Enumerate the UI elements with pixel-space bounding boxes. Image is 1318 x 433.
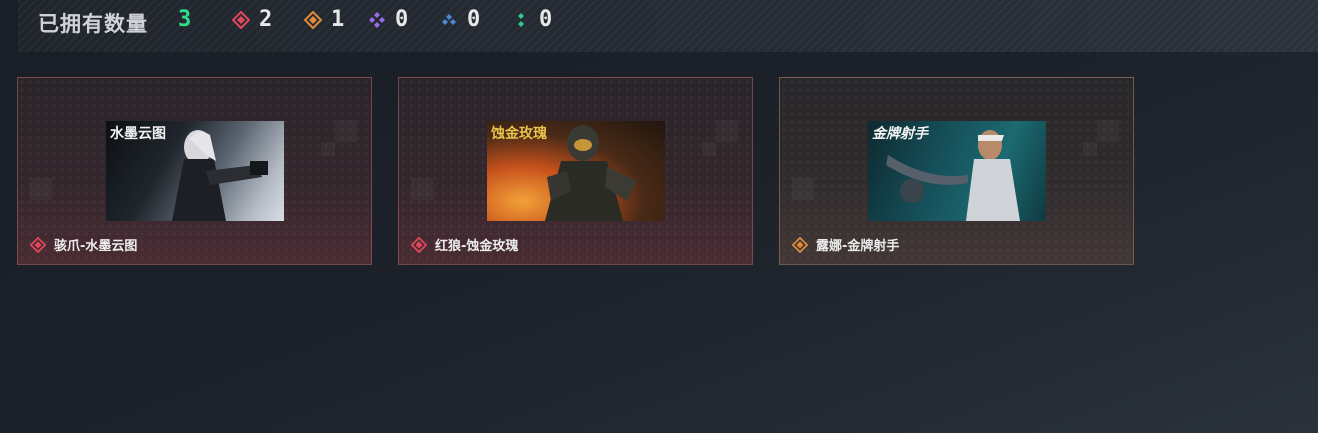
purple-quad-gem-icon — [369, 11, 385, 28]
operator-figure — [172, 130, 268, 221]
rarity-blue-number: 0 — [467, 7, 481, 32]
rarity-orange-number: 1 — [331, 7, 345, 32]
card-decoration — [1083, 142, 1097, 156]
orange-diamond-gem-icon — [792, 236, 808, 253]
skin-thumbnail: 水墨云图 — [106, 121, 284, 221]
owned-count: 3 — [178, 7, 192, 32]
card-decoration — [30, 178, 52, 200]
red-diamond-gem-icon — [232, 10, 250, 29]
rarity-red-number: 2 — [259, 7, 273, 32]
skin-name: 红狼-蚀金玫瑰 — [435, 239, 519, 254]
operator-figure — [545, 125, 637, 221]
card-decoration — [411, 178, 433, 200]
skin-card[interactable]: 蚀金玫瑰 红狼-蚀金玫瑰 — [398, 77, 753, 265]
green-double-gem-icon — [518, 12, 524, 27]
rarity-purple-number: 0 — [395, 7, 409, 32]
card-name-row: 骇爪-水墨云图 — [30, 235, 137, 254]
skin-name: 骇爪-水墨云图 — [54, 239, 138, 254]
card-decoration — [1097, 120, 1119, 142]
card-name-row: 露娜-金牌射手 — [792, 235, 899, 254]
card-decoration — [702, 142, 716, 156]
rarity-green-count: 0 — [512, 7, 552, 32]
skin-card[interactable]: 水墨云图 骇爪-水墨云图 — [17, 77, 372, 265]
card-decoration — [792, 178, 814, 200]
rarity-blue-count: 0 — [440, 7, 480, 32]
rarity-red-count: 2 — [232, 7, 272, 32]
skin-name: 露娜-金牌射手 — [816, 239, 900, 254]
rarity-green-number: 0 — [539, 7, 553, 32]
red-diamond-gem-icon — [30, 236, 46, 253]
orange-diamond-gem-icon — [304, 10, 322, 29]
skin-thumbnail: 金牌射手 — [868, 121, 1046, 221]
owned-count-header: 已拥有数量 3 2 1 0 0 0 — [18, 0, 1318, 52]
red-diamond-gem-icon — [411, 236, 427, 253]
card-decoration — [335, 120, 357, 142]
blue-triple-gem-icon — [442, 13, 456, 25]
rarity-purple-count: 0 — [368, 7, 408, 32]
skin-card[interactable]: 金牌射手 露娜-金牌射手 — [779, 77, 1134, 265]
skin-thumbnail: 蚀金玫瑰 — [487, 121, 665, 221]
card-decoration — [321, 142, 335, 156]
card-name-row: 红狼-蚀金玫瑰 — [411, 235, 518, 254]
rarity-orange-count: 1 — [304, 7, 344, 32]
owned-label: 已拥有数量 — [38, 12, 148, 36]
operator-figure — [886, 130, 1020, 221]
card-decoration — [716, 120, 738, 142]
